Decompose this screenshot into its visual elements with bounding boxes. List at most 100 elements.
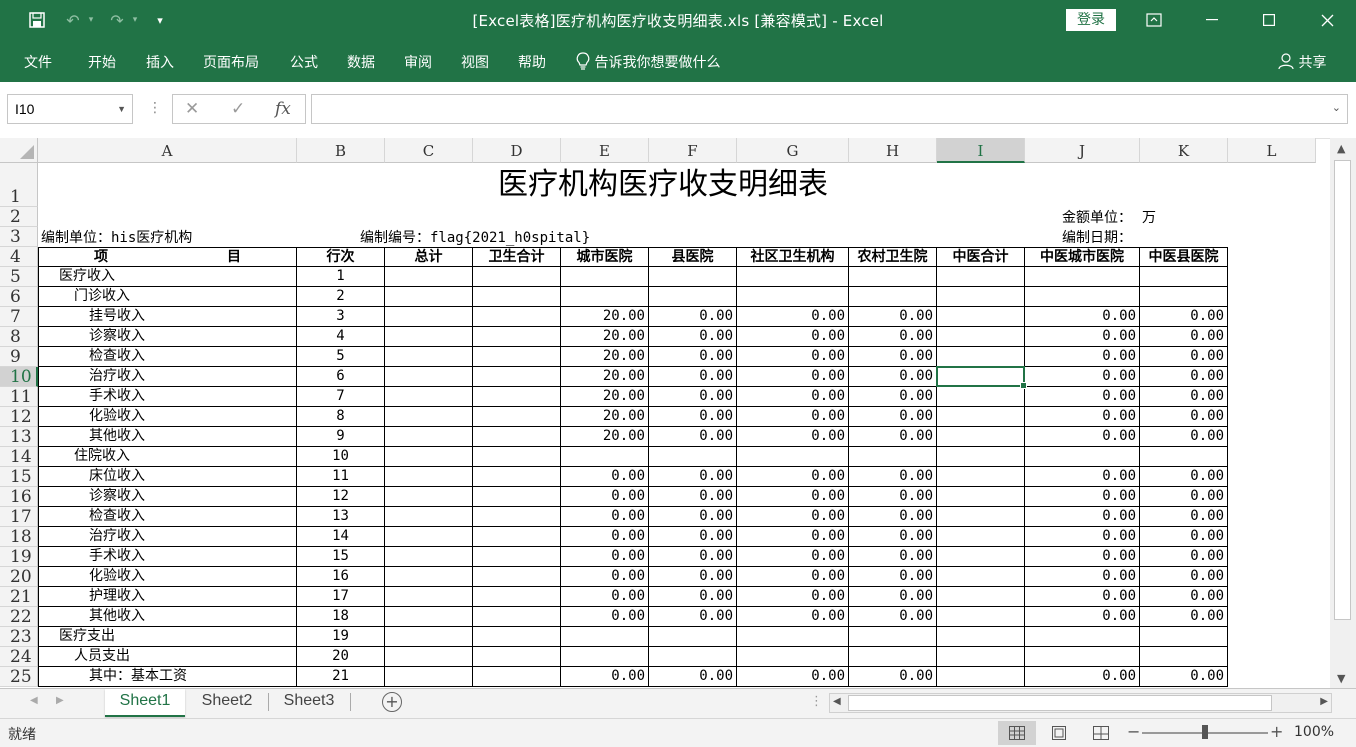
tcm-total-cell[interactable] bbox=[937, 327, 1025, 347]
row-header-7[interactable]: 7 bbox=[0, 307, 38, 327]
tcm-total-cell[interactable] bbox=[937, 507, 1025, 527]
city-hospital-cell[interactable] bbox=[561, 287, 649, 307]
tcm-city-cell[interactable]: 0.00 bbox=[1025, 327, 1140, 347]
county-hospital-cell[interactable] bbox=[649, 647, 737, 667]
tcm-city-cell[interactable]: 0.00 bbox=[1025, 387, 1140, 407]
tcm-county-cell[interactable]: 0.00 bbox=[1140, 407, 1228, 427]
rural-cell[interactable]: 0.00 bbox=[849, 547, 937, 567]
column-header-a[interactable]: A bbox=[38, 138, 297, 163]
row-no-cell[interactable]: 19 bbox=[297, 627, 385, 647]
row-header-19[interactable]: 19 bbox=[0, 547, 38, 567]
item-label[interactable]: 检查收入 bbox=[38, 507, 297, 527]
item-label[interactable]: 住院收入 bbox=[38, 447, 297, 467]
header-row-no[interactable]: 行次 bbox=[297, 247, 385, 267]
rural-cell[interactable]: 0.00 bbox=[849, 667, 937, 687]
health-total-cell[interactable] bbox=[473, 307, 561, 327]
column-header-c[interactable]: C bbox=[385, 138, 473, 163]
county-hospital-cell[interactable]: 0.00 bbox=[649, 347, 737, 367]
tcm-county-cell[interactable] bbox=[1140, 647, 1228, 667]
health-total-cell[interactable] bbox=[473, 387, 561, 407]
community-cell[interactable] bbox=[737, 627, 849, 647]
row-no-cell[interactable]: 10 bbox=[297, 447, 385, 467]
header-total[interactable]: 总计 bbox=[385, 247, 473, 267]
select-all-corner[interactable] bbox=[0, 138, 38, 163]
city-hospital-cell[interactable]: 0.00 bbox=[561, 607, 649, 627]
total-cell[interactable] bbox=[385, 407, 473, 427]
row-no-cell[interactable]: 14 bbox=[297, 527, 385, 547]
column-header-e[interactable]: E bbox=[561, 138, 649, 163]
rural-cell[interactable]: 0.00 bbox=[849, 507, 937, 527]
county-hospital-cell[interactable] bbox=[649, 267, 737, 287]
tab-sheet3[interactable]: Sheet3 bbox=[269, 689, 349, 715]
tcm-city-cell[interactable] bbox=[1025, 267, 1140, 287]
menu-insert[interactable]: 插入 bbox=[146, 52, 174, 72]
tcm-total-cell[interactable] bbox=[937, 487, 1025, 507]
item-label[interactable]: 挂号收入 bbox=[38, 307, 297, 327]
row-header-9[interactable]: 9 bbox=[0, 347, 38, 367]
tcm-total-cell[interactable] bbox=[937, 267, 1025, 287]
county-hospital-cell[interactable]: 0.00 bbox=[649, 667, 737, 687]
row-no-cell[interactable]: 13 bbox=[297, 507, 385, 527]
row-no-cell[interactable]: 20 bbox=[297, 647, 385, 667]
total-cell[interactable] bbox=[385, 507, 473, 527]
tcm-total-cell[interactable] bbox=[937, 627, 1025, 647]
enter-icon[interactable]: ✓ bbox=[231, 99, 245, 119]
row-header-13[interactable]: 13 bbox=[0, 427, 38, 447]
login-button[interactable]: 登录 bbox=[1066, 9, 1116, 31]
menu-data[interactable]: 数据 bbox=[347, 52, 375, 72]
health-total-cell[interactable] bbox=[473, 287, 561, 307]
row-no-cell[interactable]: 1 bbox=[297, 267, 385, 287]
page-break-view-icon[interactable] bbox=[1082, 721, 1120, 745]
city-hospital-cell[interactable]: 0.00 bbox=[561, 527, 649, 547]
more-options-icon[interactable]: ⋮ bbox=[148, 100, 162, 116]
tcm-city-cell[interactable]: 0.00 bbox=[1025, 527, 1140, 547]
row-header-21[interactable]: 21 bbox=[0, 587, 38, 607]
row-header-10[interactable]: 10 bbox=[0, 367, 38, 387]
minimize-button[interactable] bbox=[1197, 6, 1227, 34]
zoom-level[interactable]: 100% bbox=[1294, 724, 1334, 740]
name-box[interactable]: I10 ▼ bbox=[7, 94, 133, 124]
horizontal-scrollbar[interactable]: ◀ ▶ bbox=[829, 693, 1332, 713]
menu-home[interactable]: 开始 bbox=[88, 52, 116, 72]
item-label[interactable]: 其中：基本工资 bbox=[38, 667, 297, 687]
header-city-hospital[interactable]: 城市医院 bbox=[561, 247, 649, 267]
community-cell[interactable]: 0.00 bbox=[737, 547, 849, 567]
county-hospital-cell[interactable] bbox=[649, 287, 737, 307]
tab-scroll-left-icon[interactable]: ◀ bbox=[30, 695, 38, 706]
normal-view-icon[interactable] bbox=[998, 721, 1036, 745]
tcm-city-cell[interactable]: 0.00 bbox=[1025, 367, 1140, 387]
tcm-total-cell[interactable] bbox=[937, 447, 1025, 467]
community-cell[interactable]: 0.00 bbox=[737, 587, 849, 607]
total-cell[interactable] bbox=[385, 427, 473, 447]
row-header-23[interactable]: 23 bbox=[0, 627, 38, 647]
health-total-cell[interactable] bbox=[473, 547, 561, 567]
tcm-county-cell[interactable]: 0.00 bbox=[1140, 567, 1228, 587]
city-hospital-cell[interactable]: 0.00 bbox=[561, 567, 649, 587]
row-header-15[interactable]: 15 bbox=[0, 467, 38, 487]
health-total-cell[interactable] bbox=[473, 347, 561, 367]
tcm-total-cell[interactable] bbox=[937, 287, 1025, 307]
item-label[interactable]: 医疗支出 bbox=[38, 627, 297, 647]
item-label[interactable]: 检查收入 bbox=[38, 347, 297, 367]
county-hospital-cell[interactable]: 0.00 bbox=[649, 407, 737, 427]
community-cell[interactable] bbox=[737, 287, 849, 307]
column-header-j[interactable]: J bbox=[1025, 138, 1140, 163]
item-label[interactable]: 诊察收入 bbox=[38, 487, 297, 507]
ribbon-display-options-icon[interactable] bbox=[1139, 6, 1169, 34]
tcm-county-cell[interactable]: 0.00 bbox=[1140, 347, 1228, 367]
city-hospital-cell[interactable]: 20.00 bbox=[561, 307, 649, 327]
row-no-cell[interactable]: 12 bbox=[297, 487, 385, 507]
rural-cell[interactable]: 0.00 bbox=[849, 567, 937, 587]
tcm-county-cell[interactable]: 0.00 bbox=[1140, 367, 1228, 387]
row-no-cell[interactable]: 5 bbox=[297, 347, 385, 367]
tcm-city-cell[interactable]: 0.00 bbox=[1025, 607, 1140, 627]
health-total-cell[interactable] bbox=[473, 527, 561, 547]
row-header-24[interactable]: 24 bbox=[0, 647, 38, 667]
total-cell[interactable] bbox=[385, 267, 473, 287]
county-hospital-cell[interactable]: 0.00 bbox=[649, 467, 737, 487]
city-hospital-cell[interactable]: 0.00 bbox=[561, 667, 649, 687]
vertical-scrollbar[interactable]: ▲ ▼ bbox=[1330, 138, 1356, 688]
county-hospital-cell[interactable] bbox=[649, 627, 737, 647]
row-header-16[interactable]: 16 bbox=[0, 487, 38, 507]
total-cell[interactable] bbox=[385, 527, 473, 547]
